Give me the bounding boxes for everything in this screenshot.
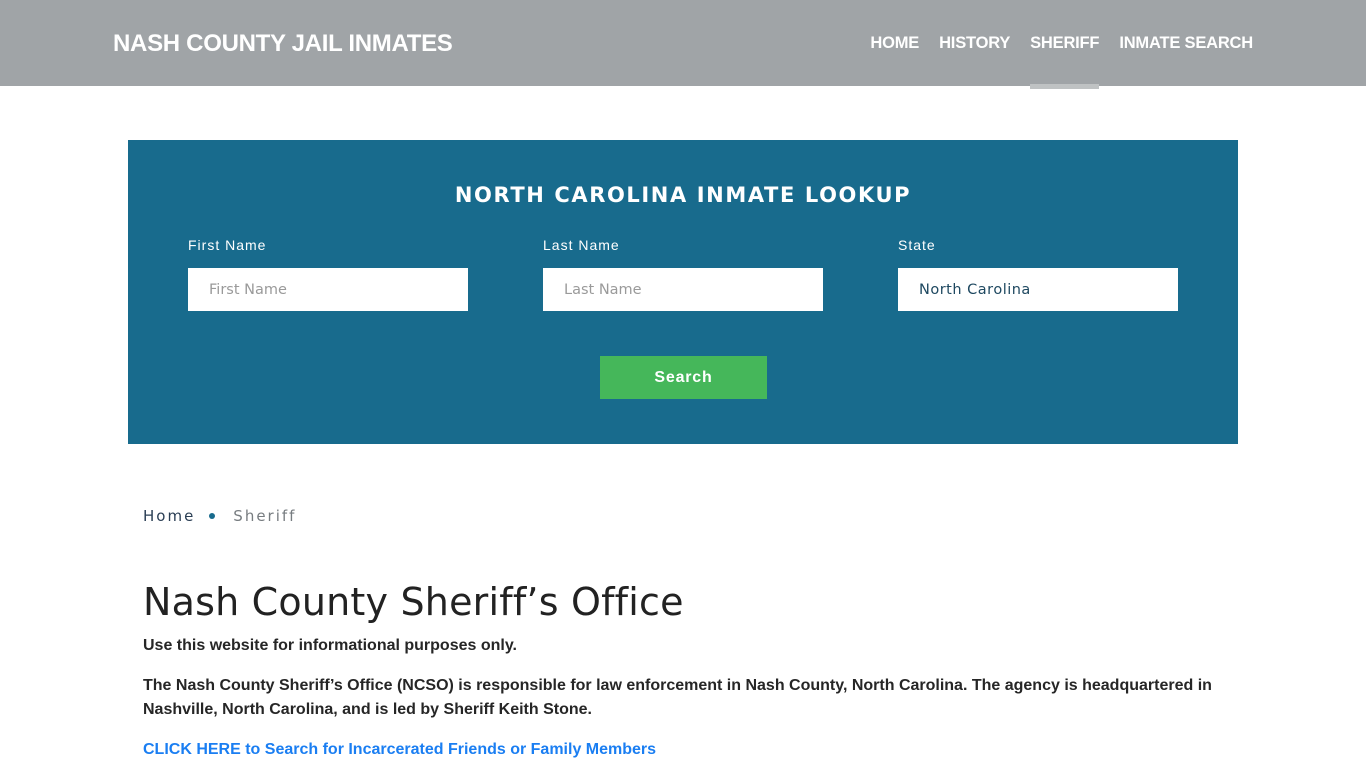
last-name-input[interactable]: [543, 268, 823, 311]
last-name-group: Last Name: [543, 237, 823, 311]
site-header: NASH COUNTY JAIL INMATES HOME HISTORY SH…: [0, 0, 1366, 89]
nav-inmate-search[interactable]: INMATE SEARCH: [1119, 0, 1253, 86]
search-button[interactable]: Search: [600, 356, 767, 399]
state-input[interactable]: [898, 268, 1178, 311]
first-name-input[interactable]: [188, 268, 468, 311]
page-title: Nash County Sheriff’s Office: [143, 580, 684, 624]
first-name-group: First Name: [188, 237, 468, 311]
nav-history[interactable]: HISTORY: [939, 0, 1010, 86]
last-name-label: Last Name: [543, 237, 620, 253]
main-nav: HOME HISTORY SHERIFF INMATE SEARCH: [850, 0, 1253, 89]
breadcrumb-separator-dot: [209, 513, 216, 519]
main-content: Use this website for informational purpo…: [143, 634, 1233, 762]
nav-home[interactable]: HOME: [870, 0, 919, 86]
state-group: State: [898, 237, 1178, 311]
site-logo-link[interactable]: NASH COUNTY JAIL INMATES: [113, 30, 453, 58]
state-label: State: [898, 237, 936, 253]
description-text: The Nash County Sheriff’s Office (NCSO) …: [143, 677, 1212, 718]
first-name-label: First Name: [188, 237, 267, 253]
search-inmates-link[interactable]: CLICK HERE to Search for Incarcerated Fr…: [143, 741, 656, 758]
disclaimer-text: Use this website for informational purpo…: [143, 637, 517, 654]
breadcrumb: Home Sheriff: [143, 505, 296, 527]
breadcrumb-home[interactable]: Home: [143, 505, 195, 527]
breadcrumb-current: Sheriff: [233, 507, 297, 525]
nav-sheriff[interactable]: SHERIFF: [1030, 0, 1100, 89]
lookup-title: NORTH CAROLINA INMATE LOOKUP: [454, 183, 912, 207]
